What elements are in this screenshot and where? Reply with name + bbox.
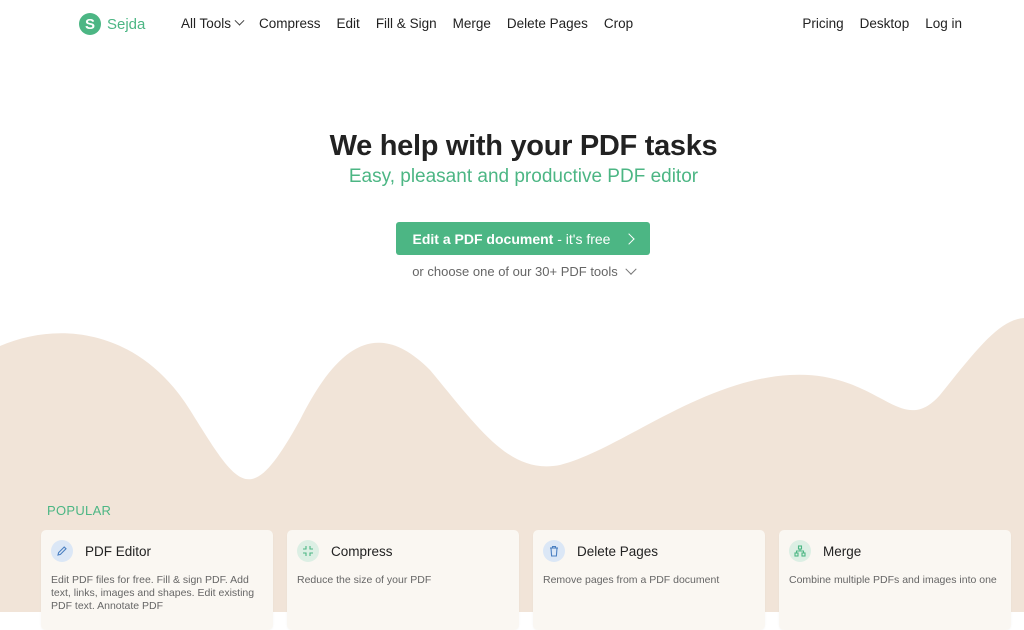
card-title: Delete Pages	[577, 543, 659, 559]
card-title: PDF Editor	[85, 543, 152, 559]
tool-card-delete-pages[interactable]: Delete Pages Remove pages from a PDF doc…	[533, 530, 765, 630]
nav-delete-pages[interactable]: Delete Pages	[507, 16, 588, 31]
card-head: Compress	[297, 540, 509, 562]
trash-icon	[543, 540, 565, 562]
chevron-right-icon	[623, 232, 636, 245]
cta-rest-label: - it's free	[553, 230, 611, 247]
card-title: Merge	[823, 543, 862, 559]
card-head: PDF Editor	[51, 540, 263, 562]
nav-fill-sign[interactable]: Fill & Sign	[376, 16, 437, 31]
nav-all-tools[interactable]: All Tools	[181, 15, 245, 31]
tool-card-merge[interactable]: Merge Combine multiple PDFs and images i…	[779, 530, 1011, 630]
chevron-down-icon	[234, 15, 245, 26]
nav-right: Pricing Desktop Log in	[786, 16, 962, 31]
tool-card-pdf-editor[interactable]: PDF Editor Edit PDF files for free. Fill…	[41, 530, 273, 630]
nav-pricing[interactable]: Pricing	[802, 16, 843, 31]
tool-card-compress[interactable]: Compress Reduce the size of your PDF	[287, 530, 519, 630]
hero-title: We help with your PDF tasks	[329, 130, 718, 162]
nav-links: All Tools Compress Edit Fill & Sign Merg…	[181, 15, 649, 31]
card-title: Compress	[331, 543, 393, 559]
sejda-logo[interactable]: S Sejda	[79, 13, 145, 35]
nav-edit[interactable]: Edit	[337, 16, 360, 31]
hero-subtitle: Easy, pleasant and productive PDF editor	[348, 166, 699, 187]
edit-pdf-button[interactable]: Edit a PDF document - it's free	[396, 222, 650, 255]
pencil-icon	[51, 540, 73, 562]
card-description: Reduce the size of your PDF	[297, 574, 432, 586]
card-description: Combine multiple PDFs and images into on…	[789, 574, 997, 586]
nav-crop[interactable]: Crop	[604, 16, 633, 31]
logo-text: Sejda	[107, 15, 146, 33]
choose-tools-link[interactable]: or choose one of our 30+ PDF tools	[0, 263, 1024, 279]
compress-icon	[297, 540, 319, 562]
nav-desktop[interactable]: Desktop	[860, 16, 910, 31]
nav-login[interactable]: Log in	[925, 16, 962, 31]
nav-compress[interactable]: Compress	[259, 16, 321, 31]
popular-tools: PDF Editor Edit PDF files for free. Fill…	[41, 530, 1011, 630]
card-description: Remove pages from a PDF document	[543, 574, 720, 586]
logo-mark: S	[79, 13, 101, 35]
nav-merge[interactable]: Merge	[453, 16, 491, 31]
choose-tools-label: or choose one of our 30+ PDF tools	[412, 264, 618, 279]
merge-icon	[789, 540, 811, 562]
nav-all-tools-label: All Tools	[181, 16, 232, 31]
cta-bold-label: Edit a PDF document	[412, 230, 554, 247]
popular-label: POPULAR	[47, 503, 112, 518]
chevron-down-icon	[625, 263, 637, 275]
top-nav: S Sejda All Tools Compress Edit Fill & S…	[0, 0, 1024, 50]
card-head: Merge	[789, 540, 1001, 562]
card-description: Edit PDF files for free. Fill & sign PDF…	[51, 574, 255, 612]
card-head: Delete Pages	[543, 540, 755, 562]
